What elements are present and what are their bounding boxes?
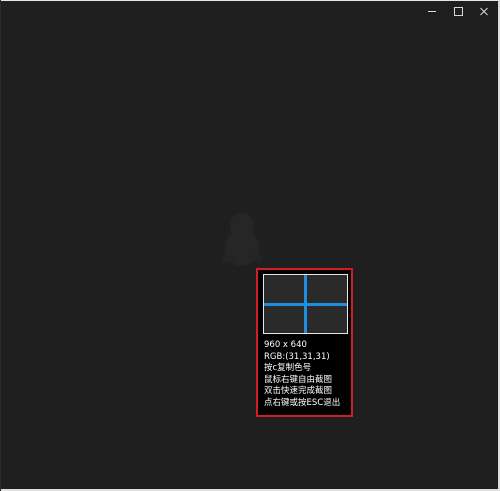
hint-exit: 点右键或按ESC退出 <box>264 397 341 408</box>
close-button[interactable] <box>476 4 492 18</box>
rgb-value: RGB:(31,31,31) <box>264 351 330 362</box>
window-border-left <box>0 0 1 491</box>
picker-info: 960 x 640 RGB:(31,31,31) 按c复制色号 鼠标右键自由截图… <box>264 340 354 409</box>
selection-size: 960 x 640 <box>264 340 307 350</box>
magnifier-preview <box>263 274 348 334</box>
hint-right-click-capture: 鼠标右键自由截图 <box>264 374 333 385</box>
minimize-icon <box>428 11 436 12</box>
color-picker-panel: 960 x 640 RGB:(31,31,31) 按c复制色号 鼠标右键自由截图… <box>256 268 353 417</box>
maximize-icon <box>454 7 463 16</box>
window-border-top <box>0 0 500 1</box>
hint-copy-color: 按c复制色号 <box>264 363 312 373</box>
maximize-button[interactable] <box>450 4 466 18</box>
crosshair-vertical <box>304 275 307 333</box>
screenshot-window: 960 x 640 RGB:(31,31,31) 按c复制色号 鼠标右键自由截图… <box>0 0 500 491</box>
qq-penguin-watermark-icon <box>222 213 262 266</box>
window-controls <box>424 4 492 18</box>
hint-double-click-finish: 双击快速完成截图 <box>264 386 333 396</box>
minimize-button[interactable] <box>424 4 440 18</box>
